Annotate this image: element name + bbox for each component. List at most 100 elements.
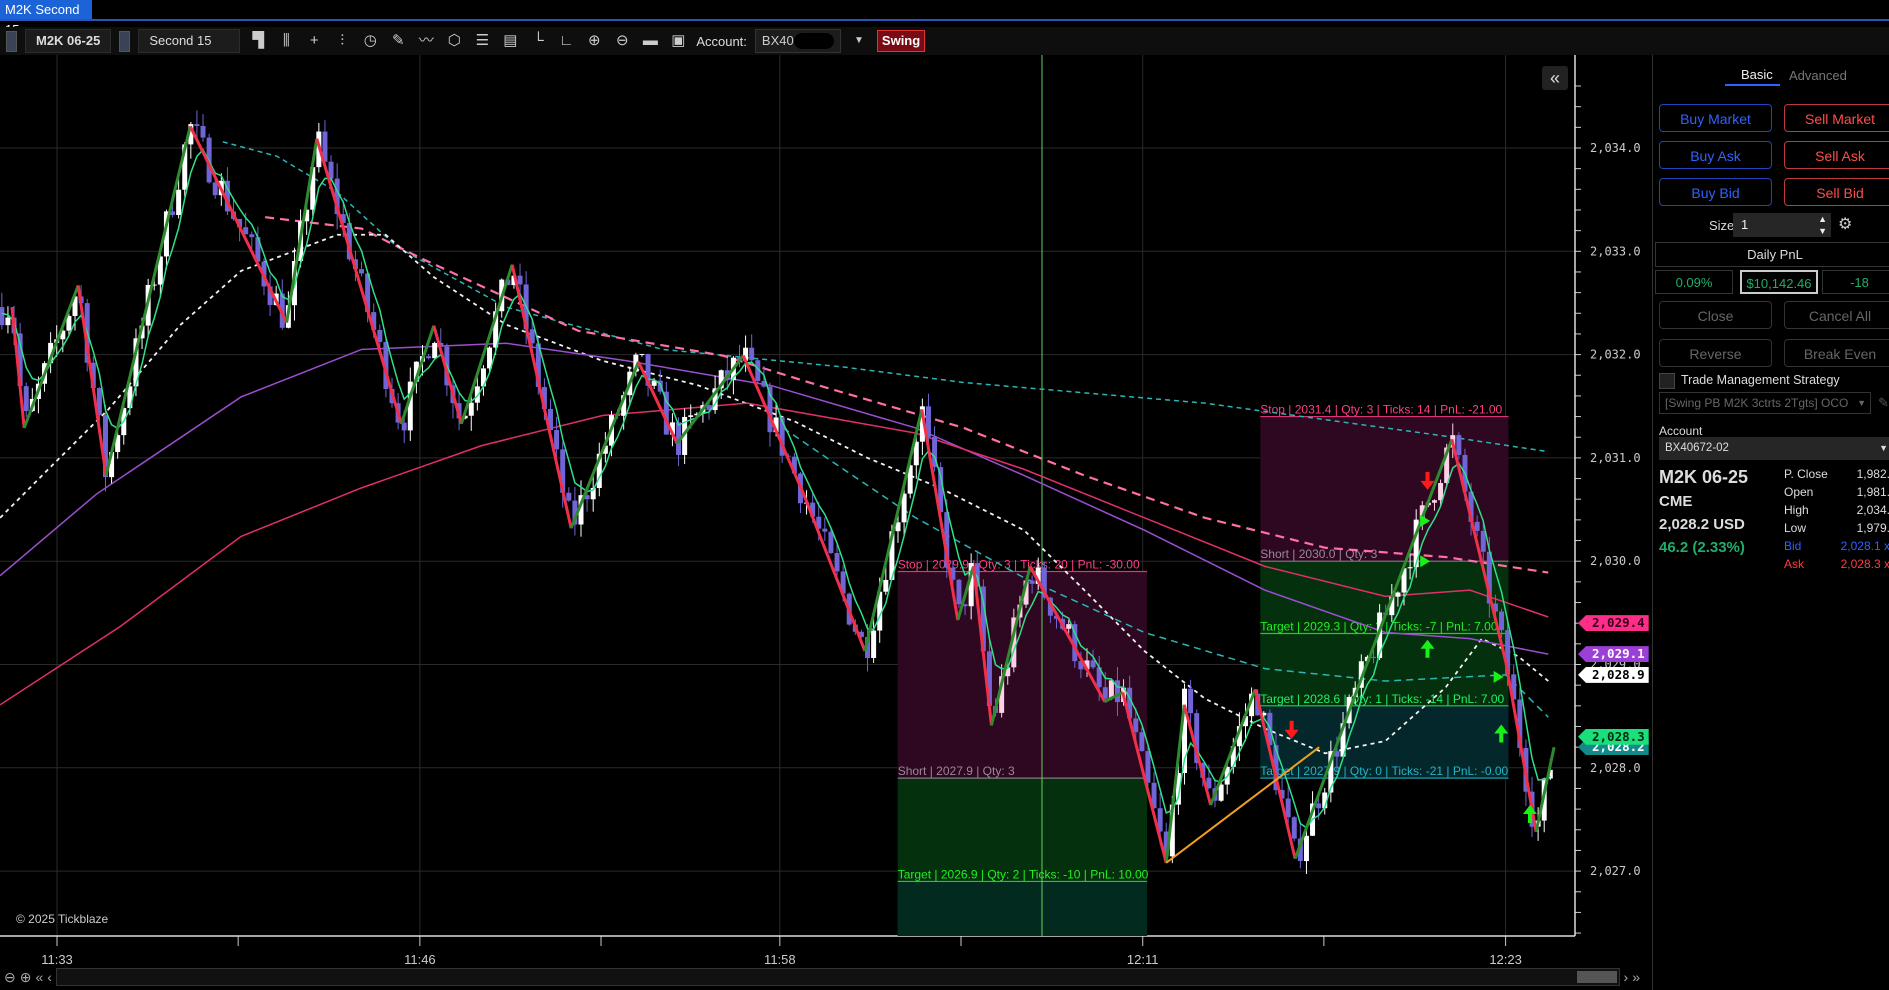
pnl-amount: $10,142.46: [1740, 270, 1818, 294]
zigzag-segment: [188, 125, 288, 324]
zigzag-segment: [637, 361, 679, 445]
size-label: Size: [1709, 218, 1735, 233]
final-target-zone: [897, 881, 1148, 936]
zigzag-segment: [104, 125, 192, 476]
price-badge: 2,028.3: [1578, 728, 1649, 745]
copyright-text: © 2025 Tickblaze: [16, 912, 109, 926]
time-label: 12:23: [1489, 952, 1522, 967]
candle-body: [0, 307, 5, 326]
candle-body: [554, 430, 560, 450]
candle-body: [1395, 592, 1401, 597]
trendline: [1165, 746, 1320, 864]
stat-label: Open: [1784, 485, 1814, 499]
stat-label: Ask: [1784, 557, 1805, 571]
candle-body: [883, 579, 889, 592]
reverse-button[interactable]: Reverse: [1659, 339, 1772, 367]
candle-body: [639, 353, 645, 355]
scroll-start-icon[interactable]: «: [35, 969, 43, 985]
candle-body: [1407, 567, 1413, 569]
price-tick-label: 2,028.0: [1590, 761, 1641, 775]
chevron-down-icon: ▼: [1857, 398, 1866, 408]
order-label: Short | 2027.9 | Qty: 3: [898, 764, 1015, 778]
scroll-track[interactable]: [55, 968, 1620, 986]
zigzag-segment: [399, 325, 436, 425]
chart-scrollbar: ⊖ ⊕ « ‹ › »: [0, 967, 1640, 987]
candle-body: [517, 275, 523, 285]
stat-value: 1,979.: [1856, 521, 1889, 535]
candle-body: [956, 579, 962, 605]
tms-label: Trade Management Strategy: [1681, 373, 1840, 387]
tms-value: [Swing PB M2K 3ctrts 2Tgts] OCO: [1665, 396, 1849, 410]
price-chart[interactable]: 2,034.0 2,033.0 2,032.0 2,031.0 2,030.0 2,029…: [0, 0, 1650, 990]
time-label: 11:58: [764, 952, 796, 967]
break-even-button[interactable]: Break Even: [1784, 339, 1889, 367]
order-label: Short | 2030.0 | Qty: 3: [1260, 547, 1377, 561]
stat-value: 2,034.: [1856, 503, 1889, 517]
zoom-in-icon[interactable]: ⊕: [20, 969, 32, 986]
cancel-all-button[interactable]: Cancel All: [1784, 301, 1889, 329]
tab-basic[interactable]: Basic: [1741, 67, 1773, 82]
account-dropdown[interactable]: BX40672-02 ▼: [1659, 437, 1889, 460]
candle-body: [749, 347, 755, 361]
candle-body: [5, 317, 11, 326]
gear-icon[interactable]: ⚙: [1838, 214, 1852, 234]
stat-value: 2,028.3 x: [1840, 557, 1889, 571]
candle-body: [871, 630, 877, 658]
candle-body: [822, 528, 828, 532]
stat-label: Bid: [1784, 539, 1802, 553]
price-badge: 2,028.9: [1578, 666, 1649, 683]
candle-body: [1480, 530, 1486, 552]
close-button[interactable]: Close: [1659, 301, 1772, 329]
active-tab-indicator: [1725, 84, 1780, 86]
zoom-out-icon[interactable]: ⊖: [4, 969, 16, 986]
candle-body: [1285, 798, 1291, 818]
candle-body: [1029, 580, 1035, 584]
buy-ask-button[interactable]: Buy Ask: [1659, 141, 1772, 169]
scroll-end-icon[interactable]: »: [1632, 969, 1640, 985]
price-tick-label: 2,031.0: [1590, 451, 1641, 465]
candle-body: [1316, 803, 1322, 809]
edit-icon[interactable]: ✎: [1878, 395, 1889, 411]
scroll-right-icon[interactable]: ›: [1624, 969, 1629, 985]
time-label: 11:46: [404, 952, 436, 967]
candle-body: [1090, 660, 1096, 668]
order-label: Stop | 2029.9 | Qty: 3 | Ticks: 20 | PnL…: [898, 558, 1140, 572]
zigzag-segment: [802, 493, 867, 652]
stat-label: P. Close: [1784, 467, 1828, 481]
scroll-left-icon[interactable]: ‹: [47, 969, 52, 985]
scroll-thumb[interactable]: [1576, 971, 1617, 983]
candle-body: [1438, 482, 1444, 501]
sell-market-button[interactable]: Sell Market: [1784, 104, 1889, 132]
chevron-down-icon: ▼: [1879, 443, 1888, 453]
price-change: 46.2 (2.33%): [1659, 539, 1745, 556]
price-tick-label: 2,034.0: [1590, 141, 1641, 155]
tms-checkbox[interactable]: [1659, 373, 1675, 389]
candle-body: [1499, 611, 1505, 631]
zigzag-segment: [432, 325, 463, 425]
collapse-panel-button[interactable]: «: [1542, 66, 1568, 90]
sell-bid-button[interactable]: Sell Bid: [1784, 178, 1889, 206]
sell-ask-button[interactable]: Sell Ask: [1784, 141, 1889, 169]
zigzag-segment: [675, 354, 745, 445]
candle-body: [432, 342, 438, 359]
zigzag-segment: [1209, 688, 1257, 806]
size-value: 1: [1741, 217, 1749, 232]
candle-body: [828, 531, 834, 554]
buy-market-button[interactable]: Buy Market: [1659, 104, 1772, 132]
stepper-icon[interactable]: ▲ ▼: [1818, 213, 1827, 237]
tab-advanced[interactable]: Advanced: [1789, 68, 1847, 83]
tms-dropdown[interactable]: [Swing PB M2K 3ctrts 2Tgts] OCO ▼: [1659, 392, 1871, 414]
price-badge: 2,029.1: [1578, 646, 1649, 663]
buy-bid-button[interactable]: Buy Bid: [1659, 178, 1772, 206]
stat-value: 1,982.: [1856, 467, 1889, 481]
zigzag-segment: [315, 138, 403, 425]
candle-body: [200, 126, 206, 138]
stat-label: Low: [1784, 521, 1807, 535]
order-label: Target | 2026.9 | Qty: 2 | Ticks: -10 | …: [898, 867, 1149, 881]
size-input[interactable]: 1 ▲ ▼: [1733, 213, 1831, 237]
candle-body: [1371, 656, 1377, 658]
candle-body: [1474, 521, 1480, 531]
candle-body: [1218, 784, 1224, 801]
zigzag-segment: [285, 138, 319, 323]
zigzag-segment: [510, 264, 573, 529]
